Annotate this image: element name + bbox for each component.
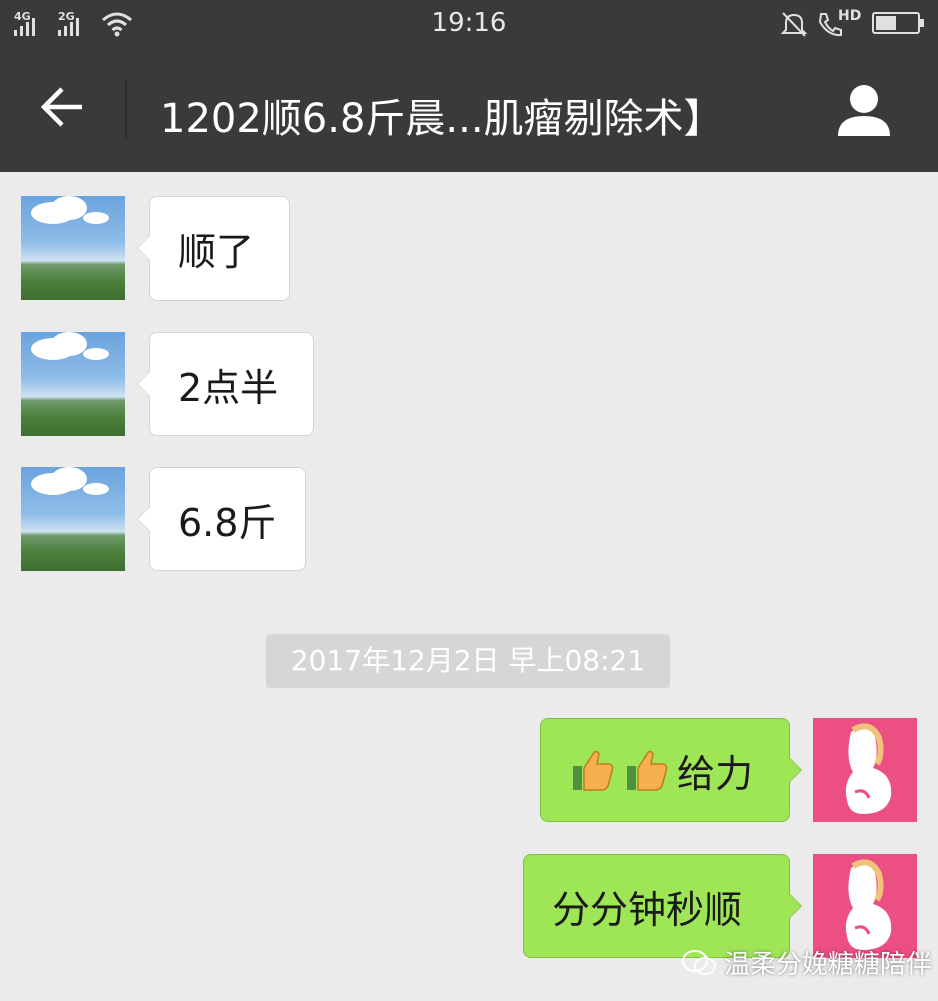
pregnant-woman-icon [845,723,892,814]
contact-avatar[interactable] [21,196,125,300]
self-avatar[interactable] [813,854,917,958]
contact-avatar[interactable] [21,467,125,571]
status-bar: 4G 2G 19:16 HD [0,0,938,46]
contact-avatar[interactable] [21,332,125,436]
message-bubble[interactable]: 6.8斤 [137,467,306,571]
battery-icon [872,12,924,34]
self-avatar[interactable] [813,718,917,822]
person-icon[interactable] [834,80,894,140]
message-bubble[interactable]: 顺了 [137,196,290,301]
reply-text: 分分钟秒顺 [552,887,743,932]
message-text: 2点半 [178,365,279,410]
reply-text: 给力 [677,751,754,796]
reply-bubble[interactable]: 给力 [540,718,802,822]
thumbs-up-icon [573,750,614,791]
pregnant-woman-icon [845,859,892,950]
reply-bubble[interactable]: 分分钟秒顺 [523,854,802,958]
thumbs-up-icon [627,750,668,791]
watermark: 温柔分娩糖糖陪伴 [682,944,932,981]
hd-label: HD [838,8,862,24]
chat-timestamp: 2017年12月2日 早上08:21 [266,634,670,688]
bell-muted-icon [780,12,808,37]
chat-title: 1202顺6.8斤晨...肌瘤剔除术】 [160,96,724,142]
chat-header: 1202顺6.8斤晨...肌瘤剔除术】 [0,46,938,172]
header-divider [125,80,127,138]
message-bubble[interactable]: 2点半 [137,332,314,436]
back-arrow-icon[interactable] [38,82,88,132]
wechat-icon [682,949,716,975]
message-text: 顺了 [178,230,255,274]
message-text: 6.8斤 [178,500,277,545]
watermark-text: 温柔分娩糖糖陪伴 [724,950,933,980]
